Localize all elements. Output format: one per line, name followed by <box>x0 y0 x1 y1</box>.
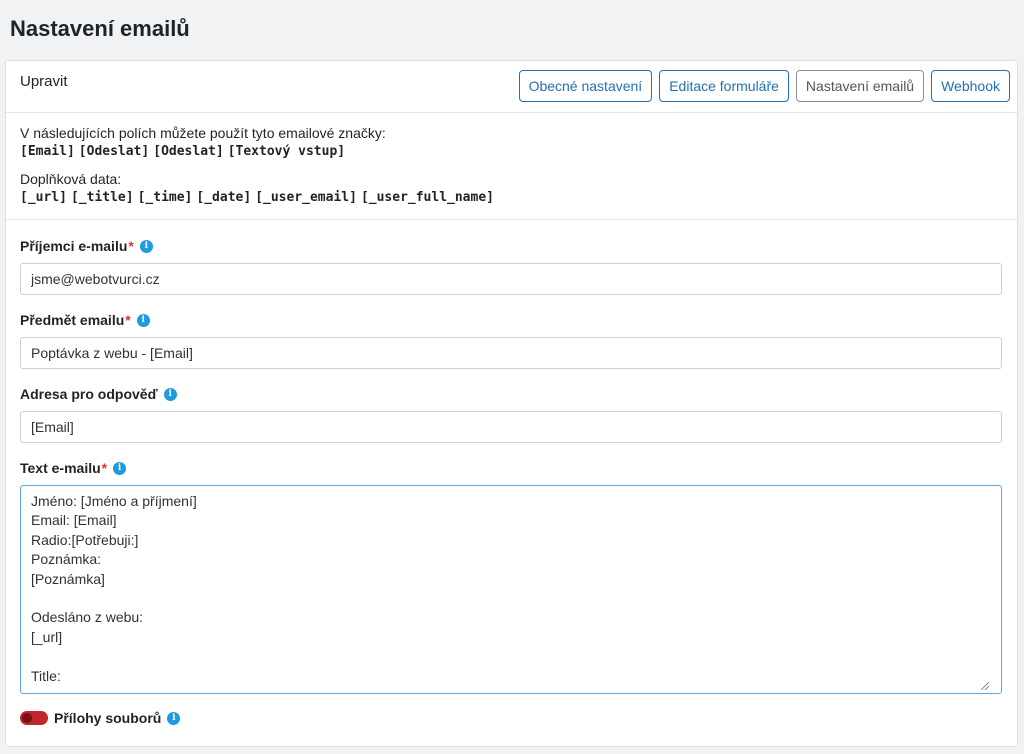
extra-tags-list: [_url] [_title] [_time] [_date] [_user_email… <box>20 188 1003 208</box>
info-icon[interactable]: i <box>113 461 127 475</box>
required-marker: * <box>128 238 134 254</box>
card-header: Upravit Obecné nastavení Editace formulá… <box>6 61 1017 113</box>
tags-intro: V následujících polích můžete použít tyt… <box>20 125 386 141</box>
recipients-label: Příjemci e-mailu * i <box>20 236 1001 256</box>
extra-tag: [_url] <box>20 190 67 205</box>
extra-tag: [_user_full_name] <box>360 190 494 205</box>
info-icon[interactable]: i <box>136 313 150 327</box>
info-icon[interactable]: i <box>139 239 153 253</box>
email-body-label: Text e-mailu * i <box>20 458 1001 478</box>
extra-tag: [_title] <box>70 190 134 205</box>
extra-tag: [_date] <box>196 190 252 205</box>
toggle-knob <box>22 713 32 723</box>
email-body-label-text: Text e-mailu <box>20 460 101 476</box>
extra-data-label: Doplňková data: <box>20 171 122 187</box>
email-tags-info: V následujících polích můžete použít tyt… <box>6 113 1017 220</box>
attachments-toggle[interactable] <box>20 711 48 725</box>
reply-to-label-text: Adresa pro odpověď <box>20 386 158 402</box>
reply-to-label: Adresa pro odpověď i <box>20 384 1001 404</box>
email-body-textarea[interactable]: Jméno: [Jméno a příjmení] Email: [Email]… <box>20 485 1002 694</box>
info-icon[interactable]: i <box>163 387 177 401</box>
info-icon[interactable]: i <box>167 711 181 725</box>
tab-form-editing[interactable]: Editace formuláře <box>659 70 789 102</box>
email-tag: [Odeslat] <box>78 144 150 159</box>
card-header-title: Upravit <box>20 73 68 90</box>
tab-email-settings[interactable]: Nastavení emailů <box>795 70 925 102</box>
recipients-input[interactable] <box>20 263 1002 295</box>
tab-webhook[interactable]: Webhook <box>931 70 1010 102</box>
email-tag: [Textový vstup] <box>227 144 346 159</box>
required-marker: * <box>101 460 108 476</box>
required-marker: * <box>125 312 131 328</box>
email-tags-list: [Email] [Odeslat] [Odeslat] [Textový vstup] <box>20 142 1003 162</box>
email-settings-form: Příjemci e-mailu* i Předmět emailu* i Ad… <box>6 236 1017 728</box>
tab-bar: Obecné nastavení Editace formuláře Nasta… <box>518 70 1010 102</box>
subject-label-text: Předmět emailu <box>20 312 125 328</box>
email-tag: [Odeslat] <box>153 144 224 159</box>
attachments-label: Přílohy souborů <box>54 710 162 726</box>
extra-tag: [_time] <box>137 190 193 205</box>
extra-tag: [_user_email] <box>255 190 357 205</box>
reply-to-input[interactable] <box>20 411 1002 443</box>
subject-input[interactable] <box>20 337 1002 369</box>
recipients-label-text: Příjemci e-mailu <box>20 238 128 254</box>
page-title: Nastavení emailů <box>10 16 190 41</box>
attachments-row: Přílohy souborů i <box>20 708 1001 728</box>
subject-label: Předmět emailu * i <box>20 310 1001 330</box>
resize-handle-icon[interactable] <box>981 682 989 690</box>
settings-card: Upravit Obecné nastavení Editace formulá… <box>5 60 1018 747</box>
email-tag: [Email] <box>20 144 75 159</box>
tab-general-settings[interactable]: Obecné nastavení <box>518 70 653 102</box>
